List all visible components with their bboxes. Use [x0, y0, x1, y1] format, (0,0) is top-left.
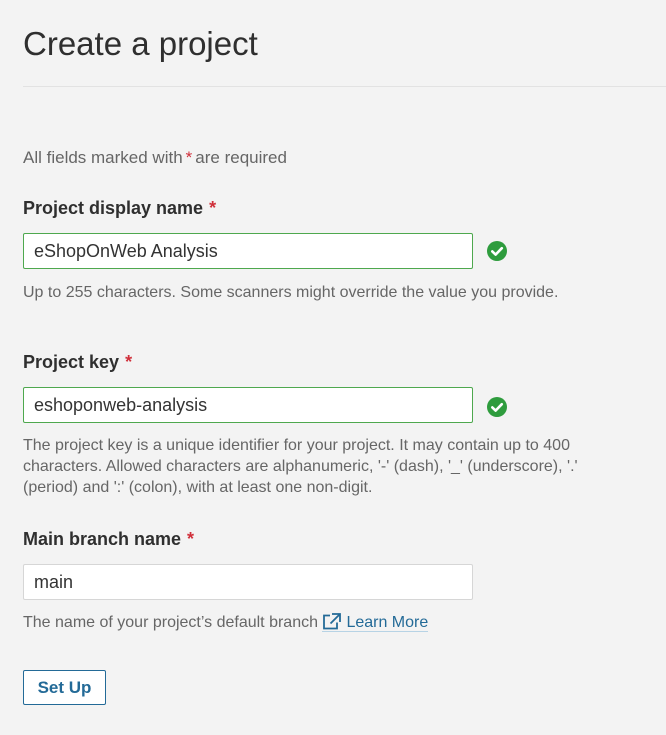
check-circle-icon: [487, 397, 507, 417]
setup-button[interactable]: Set Up: [23, 670, 106, 705]
main-branch-help: The name of your project’s default branc…: [23, 612, 623, 633]
main-branch-required-star: *: [187, 529, 195, 549]
required-star: *: [185, 148, 193, 167]
main-branch-label: Main branch name *: [23, 529, 194, 550]
required-note-prefix: All fields marked with: [23, 148, 183, 167]
project-key-required-star: *: [125, 352, 133, 372]
required-note-suffix: are required: [195, 148, 287, 167]
main-branch-input[interactable]: [23, 564, 473, 600]
main-branch-label-text: Main branch name: [23, 529, 182, 549]
main-branch-help-text: The name of your project’s default branc…: [23, 614, 318, 631]
title-divider: [23, 86, 666, 87]
display-name-help: Up to 255 characters. Some scanners migh…: [23, 284, 559, 301]
check-circle-icon: [487, 241, 507, 261]
project-key-label-text: Project key: [23, 352, 120, 372]
learn-more-label: Learn More: [346, 614, 429, 631]
project-key-label: Project key *: [23, 352, 132, 373]
display-name-label-text: Project display name: [23, 198, 204, 218]
learn-more-link[interactable]: Learn More: [322, 613, 429, 632]
external-link-icon: [323, 613, 342, 630]
project-key-input[interactable]: [23, 387, 473, 423]
page-title: Create a project: [23, 25, 258, 62]
display-name-input[interactable]: [23, 233, 473, 269]
project-key-help: The project key is a unique identifier f…: [23, 437, 578, 496]
required-fields-note: All fields marked with * are required: [23, 148, 287, 168]
display-name-label: Project display name *: [23, 198, 216, 219]
display-name-required-star: *: [209, 198, 217, 218]
